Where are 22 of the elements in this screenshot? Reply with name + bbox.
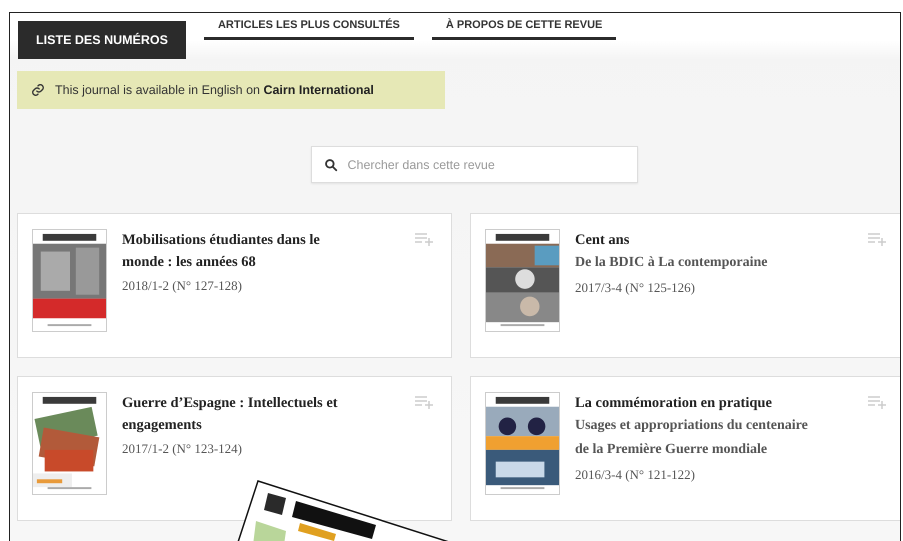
- issue-card[interactable]: Cent ans De la BDIC à La contemporaine 2017/3-4 (N° 125-126): [470, 213, 900, 358]
- add-to-list-icon[interactable]: [868, 232, 886, 246]
- issue-card[interactable]: Mobilisations étudiantes dans le monde : les années 68 2018/1-2 (N° 127-128): [17, 213, 452, 358]
- add-to-list-icon[interactable]: [415, 395, 433, 409]
- issue-subtitle: De la BDIC à La contemporaine: [575, 254, 768, 272]
- add-to-list-icon[interactable]: [415, 232, 433, 246]
- issue-date: 2017/1-2 (N° 123-124): [122, 440, 244, 458]
- search-field[interactable]: Chercher dans cette revue: [310, 146, 638, 183]
- issue-title: Guerre d’Espagne : Intellectuels et engagements: [122, 394, 339, 435]
- issue-date: 2016/3-4 (N° 121-122): [575, 466, 696, 484]
- issue-title: La commémoration en pratique: [575, 394, 773, 413]
- issue-subtitle: Usages et appropriations du centenaire de la Première Guerre mondiale: [575, 417, 809, 459]
- issue-title: Mobilisations étudiantes dans le monde : les années 68: [122, 231, 321, 272]
- tab[interactable]: ARTICLES LES PLUS CONSULTÉS: [204, 13, 414, 40]
- tab[interactable]: À PROPOS DE CETTE REVUE: [432, 13, 616, 40]
- add-to-list-icon[interactable]: [868, 395, 886, 409]
- issue-title: Cent ans: [575, 231, 630, 250]
- link-icon: [31, 83, 45, 97]
- issue-date: 2018/1-2 (N° 127-128): [122, 277, 244, 295]
- issue-date: 2017/3-4 (N° 125-126): [575, 279, 696, 297]
- tab[interactable]: LISTE DES NUMÉROS: [18, 21, 186, 59]
- banner-text: This journal is available in English on Cairn International: [55, 83, 374, 97]
